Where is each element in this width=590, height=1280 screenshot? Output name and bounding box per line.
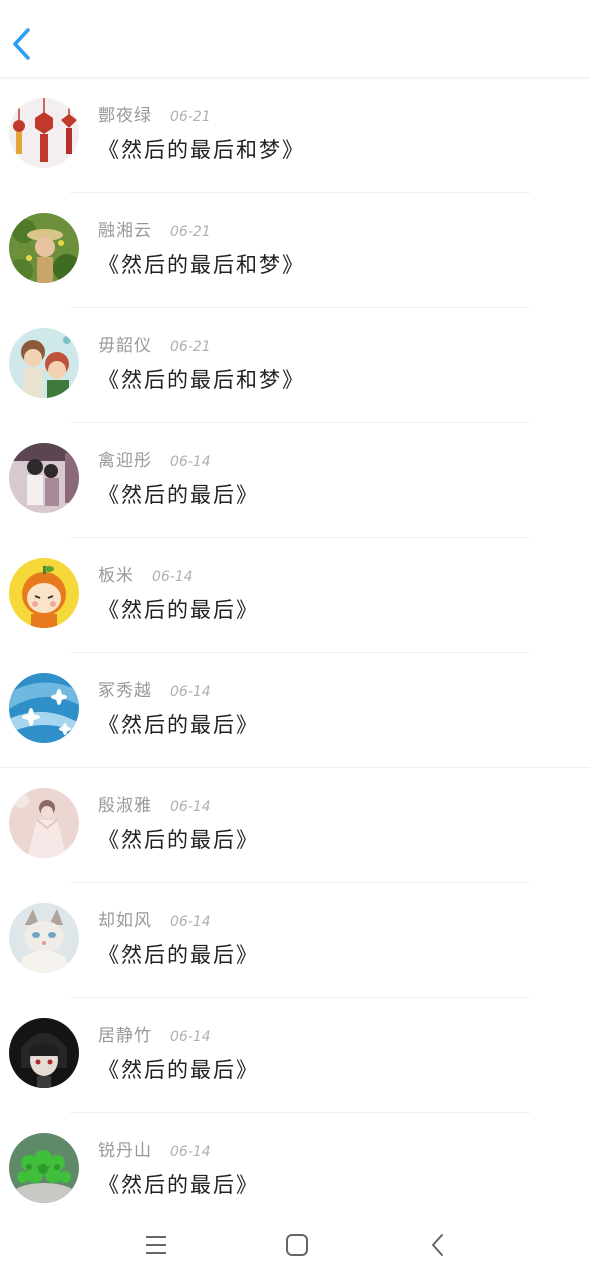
list-item[interactable]: 板米 06-14 《然后的最后》 [0, 538, 590, 653]
post-date: 06-14 [170, 799, 211, 815]
menu-button[interactable] [143, 1232, 169, 1258]
author-name: 锐丹山 [98, 1141, 152, 1161]
avatar[interactable] [9, 98, 79, 168]
item-meta: 锐丹山 06-14 [98, 1140, 211, 1162]
item-title: 《然后的最后和梦》 [98, 138, 305, 162]
post-date: 06-21 [170, 339, 211, 355]
author-name: 酆夜绿 [98, 106, 152, 126]
avatar[interactable] [9, 443, 79, 513]
author-name: 殷淑雅 [98, 796, 152, 816]
item-title: 《然后的最后》 [98, 1173, 259, 1197]
item-meta: 融湘云 06-21 [98, 220, 211, 242]
author-name: 板米 [98, 566, 134, 586]
list-item[interactable]: 禽迎彤 06-14 《然后的最后》 [0, 423, 590, 538]
item-meta: 禽迎彤 06-14 [98, 450, 211, 472]
item-meta: 酆夜绿 06-21 [98, 105, 211, 127]
home-button[interactable] [284, 1232, 310, 1258]
author-name: 却如风 [98, 911, 152, 931]
item-title: 《然后的最后和梦》 [98, 368, 305, 392]
post-date: 06-14 [170, 684, 211, 700]
post-date: 06-21 [170, 224, 211, 240]
chevron-left-icon [13, 28, 30, 60]
author-name: 毋韶仪 [98, 336, 152, 356]
list-item[interactable]: 酆夜绿 06-21 《然后的最后和梦》 [0, 78, 590, 193]
item-meta: 居静竹 06-14 [98, 1025, 211, 1047]
back-triangle-icon [432, 1234, 443, 1256]
avatar[interactable] [9, 213, 79, 283]
avatar[interactable] [9, 1018, 79, 1088]
avatar[interactable] [9, 673, 79, 743]
post-date: 06-14 [152, 569, 193, 585]
author-name: 禽迎彤 [98, 451, 152, 471]
item-title: 《然后的最后和梦》 [98, 253, 305, 277]
system-back-button[interactable] [426, 1232, 452, 1258]
list-item[interactable]: 冢秀越 06-14 《然后的最后》 [0, 653, 590, 768]
item-title: 《然后的最后》 [98, 943, 259, 967]
item-meta: 殷淑雅 06-14 [98, 795, 211, 817]
list-item[interactable]: 却如风 06-14 《然后的最后》 [0, 883, 590, 998]
avatar[interactable] [9, 1133, 79, 1203]
post-date: 06-14 [170, 1144, 211, 1160]
item-title: 《然后的最后》 [98, 1058, 259, 1082]
item-meta: 毋韶仪 06-21 [98, 335, 211, 357]
menu-icon [146, 1236, 166, 1254]
item-meta: 板米 06-14 [98, 565, 193, 587]
system-navigation-bar [0, 1210, 590, 1280]
back-button[interactable] [8, 26, 38, 62]
post-date: 06-14 [170, 914, 211, 930]
item-title: 《然后的最后》 [98, 713, 259, 737]
item-title: 《然后的最后》 [98, 598, 259, 622]
item-title: 《然后的最后》 [98, 828, 259, 852]
home-square-icon [286, 1234, 308, 1256]
author-name: 居静竹 [98, 1026, 152, 1046]
post-date: 06-14 [170, 1029, 211, 1045]
item-title: 《然后的最后》 [98, 483, 259, 507]
list-item[interactable]: 居静竹 06-14 《然后的最后》 [0, 998, 590, 1113]
post-date: 06-14 [170, 454, 211, 470]
message-list: 酆夜绿 06-21 《然后的最后和梦》 融湘云 06-21 《然后的最后和梦》 [0, 78, 590, 1228]
post-date: 06-21 [170, 109, 211, 125]
avatar[interactable] [9, 558, 79, 628]
author-name: 冢秀越 [98, 681, 152, 701]
avatar[interactable] [9, 328, 79, 398]
top-bar [0, 0, 590, 78]
list-item[interactable]: 毋韶仪 06-21 《然后的最后和梦》 [0, 308, 590, 423]
list-item[interactable]: 融湘云 06-21 《然后的最后和梦》 [0, 193, 590, 308]
avatar[interactable] [9, 903, 79, 973]
avatar[interactable] [9, 788, 79, 858]
list-item[interactable]: 殷淑雅 06-14 《然后的最后》 [0, 768, 590, 883]
item-meta: 却如风 06-14 [98, 910, 211, 932]
item-meta: 冢秀越 06-14 [98, 680, 211, 702]
author-name: 融湘云 [98, 221, 152, 241]
